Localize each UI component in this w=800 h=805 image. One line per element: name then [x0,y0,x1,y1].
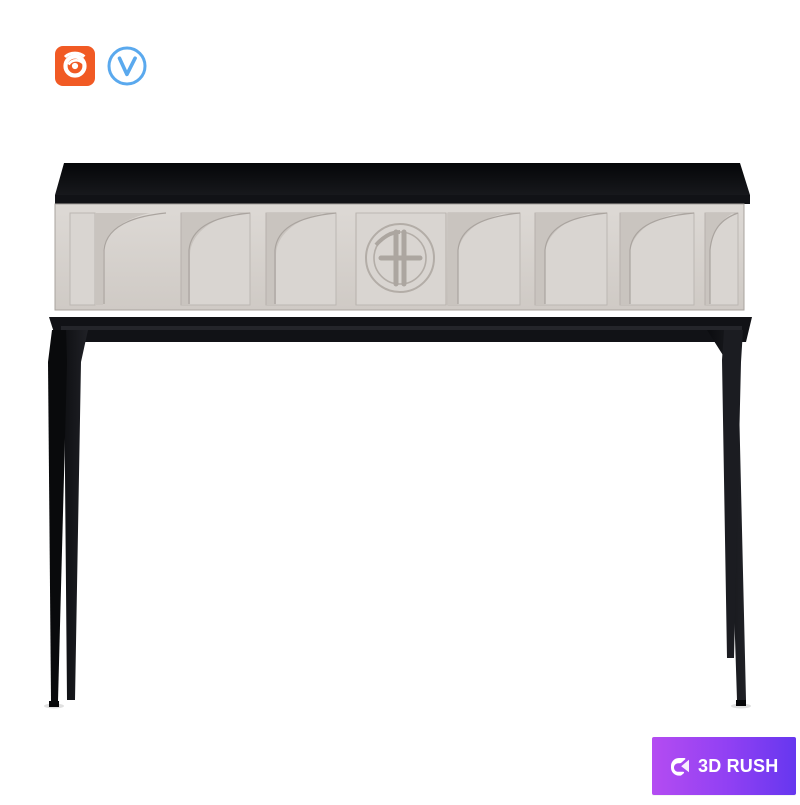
drawer-center-panel [355,212,447,306]
drawer-panel-2 [180,212,251,306]
brand-label: 3D RUSH [698,755,779,776]
brand-badge: 3D RUSH [652,737,796,795]
drawer-front [54,203,745,311]
table-frame [49,317,752,342]
rush-logo-icon [671,758,689,776]
drawer-panel-3 [265,212,337,306]
vray-icon [107,46,147,86]
table-top [55,163,750,204]
floor-shadow [44,703,751,709]
drawer-panel-6 [619,212,695,306]
corona-renderer-icon [55,46,95,86]
table-legs [48,330,746,707]
console-table [44,163,752,709]
drawer-panel-7 [704,212,739,306]
drawer-panel-5 [534,212,608,306]
drawer-panel-4 [447,212,521,306]
product-canvas: 3D RUSH [0,0,800,800]
